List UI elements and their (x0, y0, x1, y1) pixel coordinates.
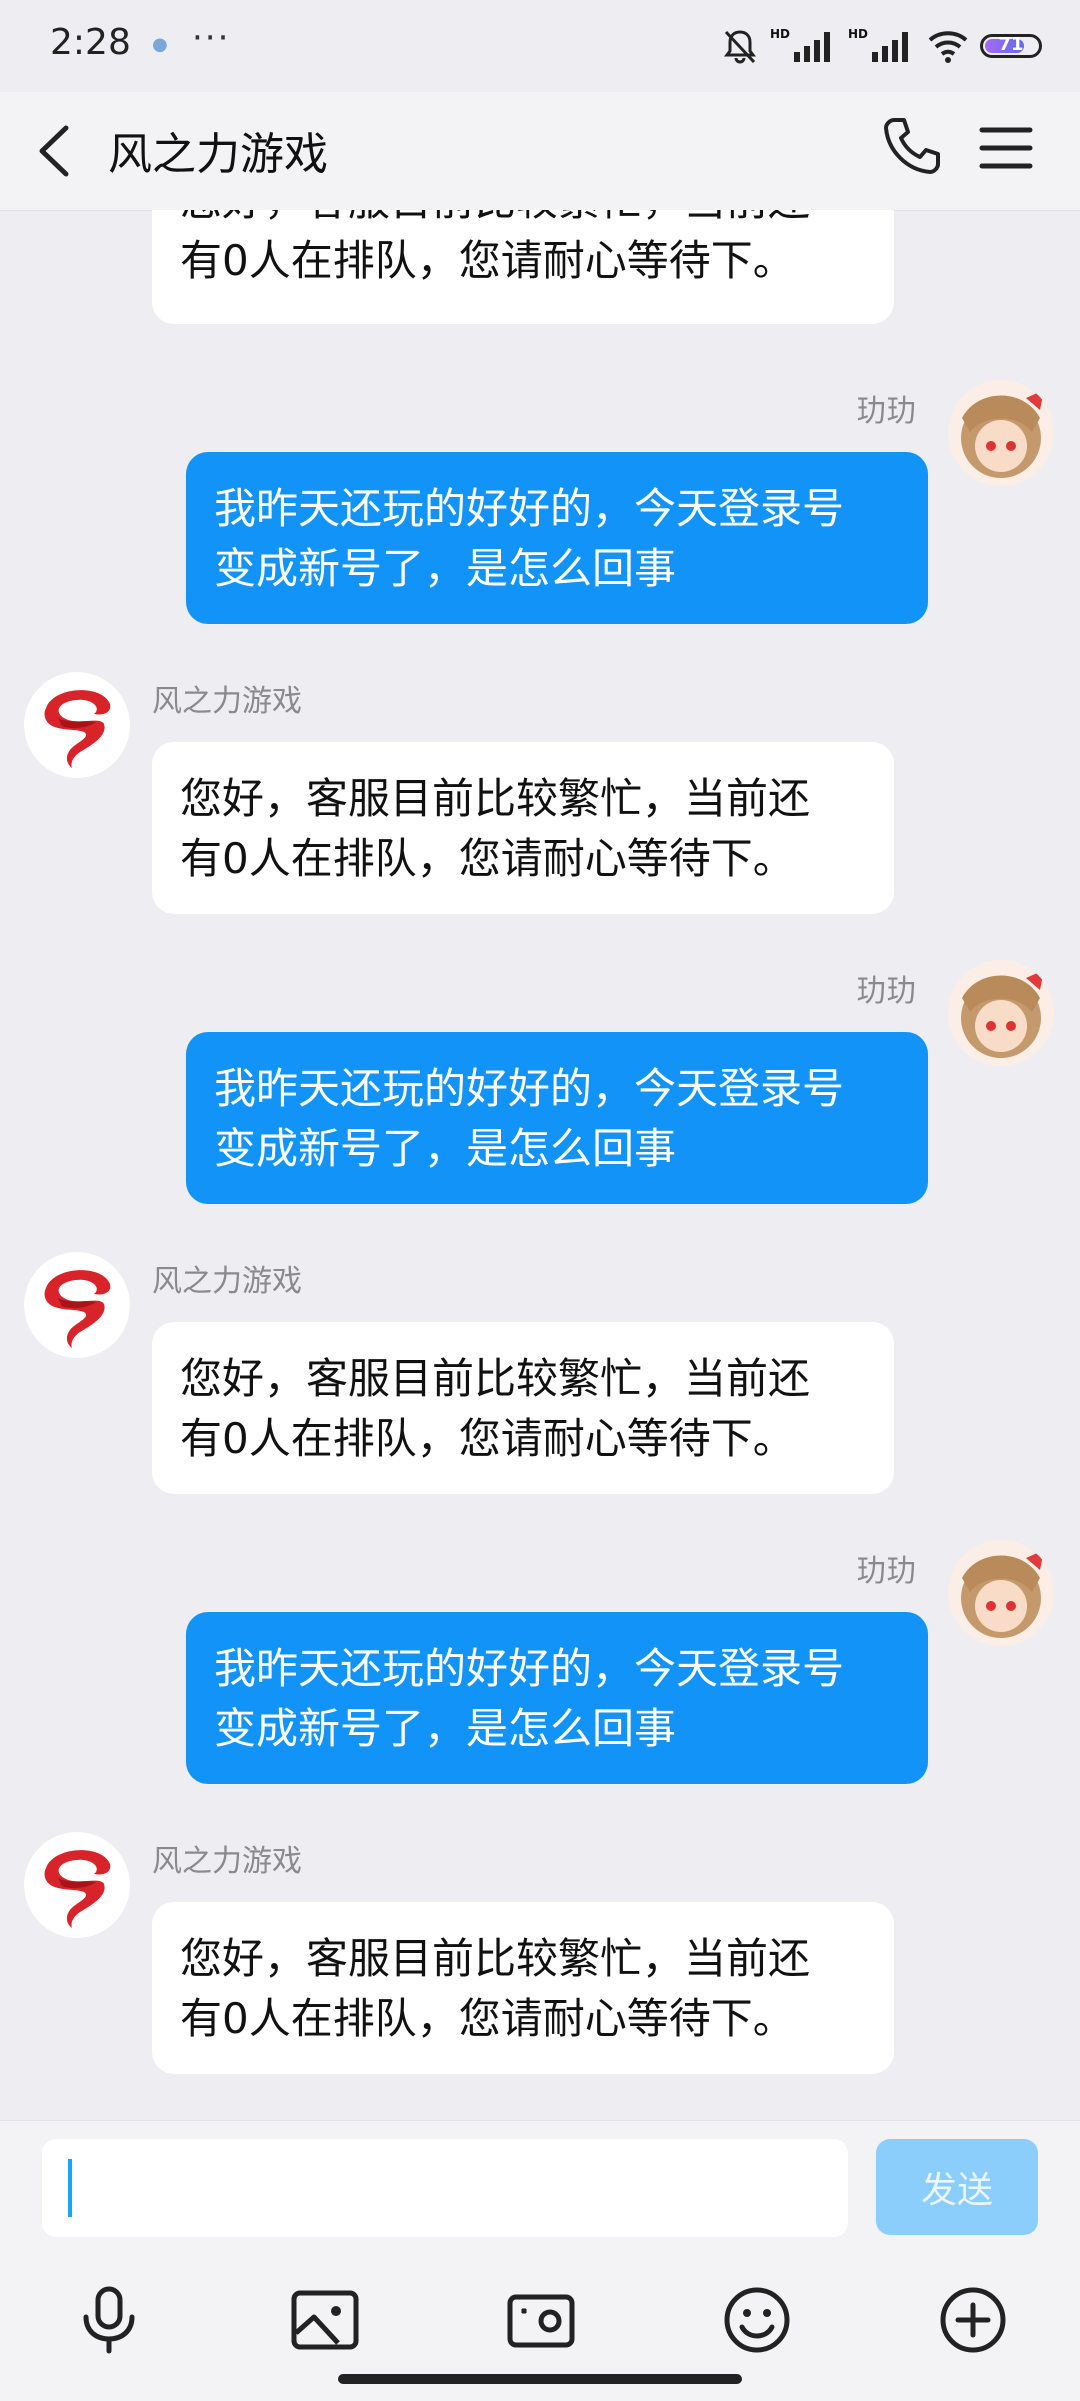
message-text-line: 变成新号了，是怎么回事 (214, 1704, 677, 1753)
message-text-line: 我昨天还玩的好好的，今天登录号 (214, 1064, 845, 1113)
message-input[interactable] (42, 2139, 848, 2237)
message-text-line: 变成新号了，是怎么回事 (214, 1124, 677, 1173)
message-text-line: 变成新号了，是怎么回事 (214, 544, 677, 593)
message-text-line: 您好，客服目前比较繁忙，当前还 (180, 1354, 811, 1403)
contact-avatar[interactable] (24, 672, 130, 778)
menu-icon[interactable] (976, 118, 1036, 178)
text-caret (68, 2159, 72, 2217)
battery-level: 71 (998, 34, 1024, 55)
message-bubble-outgoing[interactable]: 我昨天还玩的好好的，今天登录号 变成新号了，是怎么回事 (186, 452, 928, 624)
contact-avatar[interactable] (24, 1832, 130, 1938)
message-text-line: 您好，客服目前比较繁忙，当前还 (180, 1934, 811, 1983)
camera-icon[interactable] (504, 2283, 578, 2357)
sender-name: 风之力游戏 (152, 684, 302, 719)
composer-toolbar (0, 2275, 1080, 2367)
sender-name: 玏玏 (856, 974, 916, 1009)
message-text-line: 我昨天还玩的好好的，今天登录号 (214, 1644, 845, 1693)
mute-bell-icon (723, 30, 756, 64)
phone-icon[interactable] (880, 114, 944, 178)
message-bubble-incoming[interactable]: 您好，客服目前比较繁忙，当前还 有0人在排队，您请耐心等待下。 (152, 210, 894, 324)
message-bubble-incoming[interactable]: 您好，客服目前比较繁忙，当前还 有0人在排队，您请耐心等待下。 (152, 1322, 894, 1494)
signal-icon-2 (872, 32, 908, 62)
sender-name: 风之力游戏 (152, 1264, 302, 1299)
chat-header: 风之力游戏 (0, 92, 1080, 211)
status-more-icon: ··· (192, 18, 231, 58)
battery-icon: 71 (980, 34, 1042, 58)
message-bubble-incoming[interactable]: 您好，客服目前比较繁忙，当前还 有0人在排队，您请耐心等待下。 (152, 1902, 894, 2074)
message-text-line: 您好，客服目前比较繁忙，当前还 (180, 774, 811, 823)
hd-label-2: HD (847, 27, 868, 41)
sender-name: 风之力游戏 (152, 1844, 302, 1879)
message-text-line: 有0人在排队，您请耐心等待下。 (180, 1994, 795, 2043)
status-icons: HD HD 71 (720, 24, 1042, 68)
send-button[interactable]: 发送 (876, 2139, 1038, 2235)
user-avatar[interactable] (948, 960, 1054, 1066)
message-bubble-outgoing[interactable]: 我昨天还玩的好好的，今天登录号 变成新号了，是怎么回事 (186, 1612, 928, 1784)
image-icon[interactable] (288, 2283, 362, 2357)
user-avatar[interactable] (948, 1540, 1054, 1646)
message-text-line: 我昨天还玩的好好的，今天登录号 (214, 484, 845, 533)
back-chevron-icon[interactable] (26, 116, 86, 186)
message-bubble-incoming[interactable]: 您好，客服目前比较繁忙，当前还 有0人在排队，您请耐心等待下。 (152, 742, 894, 914)
message-text-line: 有0人在排队，您请耐心等待下。 (180, 834, 795, 883)
user-avatar[interactable] (948, 380, 1054, 486)
contact-avatar[interactable] (24, 1252, 130, 1358)
status-time: 2:28 (50, 22, 131, 63)
message-text-line: 有0人在排队，您请耐心等待下。 (180, 236, 795, 285)
message-bubble-outgoing[interactable]: 我昨天还玩的好好的，今天登录号 变成新号了，是怎么回事 (186, 1032, 928, 1204)
page-title: 风之力游戏 (108, 129, 328, 180)
plus-icon[interactable] (936, 2283, 1010, 2357)
emoji-icon[interactable] (720, 2283, 794, 2357)
message-list[interactable]: 您好，客服目前比较繁忙，当前还 有0人在排队，您请耐心等待下。 玏玏 我昨天还玩… (0, 210, 1080, 2120)
microphone-icon[interactable] (72, 2283, 146, 2357)
home-indicator[interactable] (338, 2374, 742, 2384)
sender-name: 玏玏 (856, 1554, 916, 1589)
message-text-line: 您好，客服目前比较繁忙，当前还 (180, 210, 866, 231)
status-bar: 2:28 ● ··· HD HD 71 (0, 0, 1080, 92)
signal-icon (793, 32, 830, 62)
hd-label: HD (769, 27, 790, 41)
message-text-line: 有0人在排队，您请耐心等待下。 (180, 1414, 795, 1463)
composer: 发送 (0, 2120, 1080, 2401)
wifi-icon (928, 31, 968, 63)
sender-name: 玏玏 (856, 394, 916, 429)
notification-icon: ● (152, 34, 168, 55)
